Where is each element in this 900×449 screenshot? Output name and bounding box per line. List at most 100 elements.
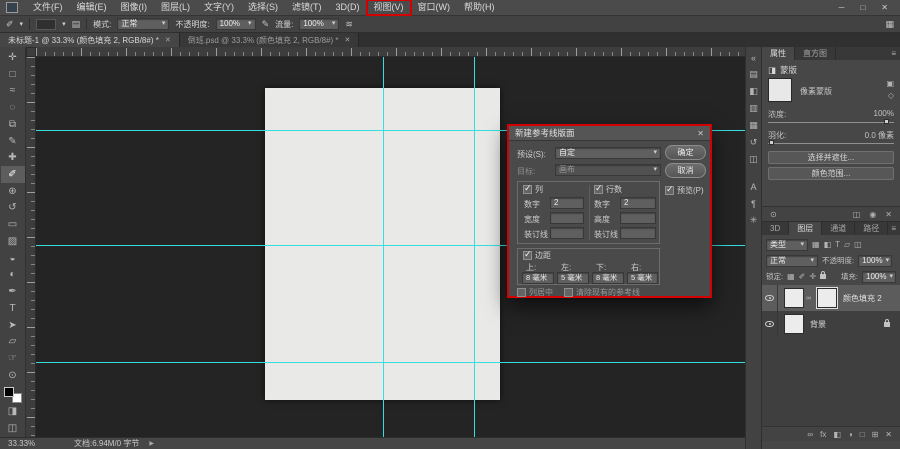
workspace-switcher-icon[interactable]: ▦ [885,19,894,30]
guide-vertical[interactable] [474,57,475,437]
character-panel-icon[interactable]: A [746,179,761,194]
history-panel-icon[interactable]: ↺ [746,135,761,150]
gradient-tool[interactable]: ▨ [1,233,25,250]
blend-mode-select[interactable]: 正常 ▾ [766,254,818,267]
apply-mask-icon[interactable]: ◫ [853,210,861,219]
checkbox-icon[interactable] [564,288,573,297]
visibility-eye-icon[interactable] [765,321,774,327]
checkbox-icon[interactable] [517,288,526,297]
new-layer-icon[interactable]: ⊞ [872,430,879,439]
tab-histogram[interactable]: 直方图 [795,47,836,60]
clear-guides-checkbox[interactable]: 清除现有的参考线 [564,287,640,298]
columns-gutter-field[interactable] [550,227,584,239]
eye-cell[interactable] [762,285,778,311]
eye-cell[interactable] [762,311,778,337]
link-layers-icon[interactable]: ∞ [807,430,813,439]
panel-menu-icon[interactable]: ≡ [891,222,896,235]
color-panel-icon[interactable]: ▤ [746,67,761,82]
opacity-select[interactable]: 100% ▾ [215,18,256,30]
select-vector-mask-icon[interactable]: ◇ [888,91,894,100]
tab-channels[interactable]: 通道 [822,222,856,235]
info-panel-icon[interactable]: ◫ [746,152,761,167]
menu-filter[interactable]: 滤镜(T) [285,0,329,15]
layer-name[interactable]: 颜色填充 2 [843,293,882,304]
zoom-tool[interactable]: ⊙ [1,367,25,384]
mask-thumbnail[interactable] [768,78,792,102]
color-range-button[interactable]: 颜色范围... [768,167,894,180]
flow-select[interactable]: 100% ▾ [299,18,340,30]
close-icon[interactable]: ✕ [881,3,888,12]
menu-window[interactable]: 窗口(W) [411,0,458,15]
layer-row-color-fill[interactable]: ∞ 颜色填充 2 [762,285,900,311]
layer-row-background[interactable]: 背景 [762,311,900,337]
layer-mask-thumbnail[interactable] [817,288,837,308]
margin-right-field[interactable]: 5 毫米 [627,272,658,284]
checkbox-checked-icon[interactable] [594,183,603,194]
filter-smart-objects-icon[interactable]: ◫ [854,240,862,249]
shape-tool[interactable]: ▱ [1,333,25,350]
menu-select[interactable]: 选择(S) [241,0,285,15]
margin-checkbox[interactable]: 边距 [523,249,551,261]
dialog-title-bar[interactable]: 新建参考线版面 ✕ [509,126,710,141]
filter-type-layers-icon[interactable]: T [835,240,840,249]
checkbox-checked-icon[interactable] [523,249,532,260]
close-icon[interactable]: ✕ [697,129,704,138]
menu-view[interactable]: 视图(V) [365,0,412,16]
menu-image[interactable]: 图像(I) [114,0,155,15]
quick-mask-icon[interactable]: ◨ [1,403,25,420]
menu-layer[interactable]: 图层(L) [154,0,197,15]
type-tool[interactable]: T [1,300,25,317]
styles-panel-icon[interactable]: ▦ [746,118,761,133]
guide-vertical[interactable] [383,57,384,437]
cancel-button[interactable]: 取消 [665,163,706,178]
delete-layer-icon[interactable]: ✕ [885,430,892,439]
tab-paths[interactable]: 路径 [855,222,889,235]
tool-preset-icon[interactable]: ✐ [6,19,14,30]
menu-file[interactable]: 文件(F) [26,0,70,15]
columns-number-field[interactable]: 2 [550,197,584,209]
columns-width-field[interactable] [550,212,584,224]
libraries-panel-icon[interactable]: ▥ [746,101,761,116]
menu-help[interactable]: 帮助(H) [457,0,502,15]
density-slider[interactable] [768,119,894,124]
glyphs-panel-icon[interactable]: ✳ [746,213,761,228]
close-icon[interactable]: ✕ [345,36,351,44]
horizontal-ruler[interactable] [36,47,745,57]
paragraph-panel-icon[interactable]: ¶ [746,196,761,211]
guide-horizontal[interactable] [36,362,745,363]
new-adjustment-layer-icon[interactable]: ◑ [848,430,853,439]
pen-tool[interactable]: ✒ [1,283,25,300]
quick-selection-tool[interactable]: ◌ [1,99,25,116]
add-layer-mask-icon[interactable]: ◧ [833,430,841,439]
checkbox-checked-icon[interactable] [665,184,674,195]
lock-image-pixels-icon[interactable]: ✐ [799,272,806,281]
visibility-eye-icon[interactable] [765,295,774,301]
margin-left-field[interactable]: 5 毫米 [557,272,589,284]
feather-slider[interactable] [768,140,894,145]
crop-tool[interactable]: ⧉ [1,116,25,133]
adjustments-panel-icon[interactable]: ◧ [746,84,761,99]
rows-checkbox[interactable]: 行数 [594,183,622,195]
minimize-icon[interactable]: ─ [839,3,845,12]
tab-3d[interactable]: 3D [762,222,790,235]
blur-tool[interactable]: ◒ [1,250,25,267]
mask-link-icon[interactable]: ∞ [806,295,811,302]
screen-mode-icon[interactable]: ◫ [1,420,25,437]
history-brush-tool[interactable]: ↺ [1,200,25,217]
menu-edit[interactable]: 编辑(E) [70,0,114,15]
center-columns-checkbox[interactable]: 列居中 [517,287,553,298]
layer-name[interactable]: 背景 [810,319,826,330]
lock-transparent-pixels-icon[interactable]: ▦ [787,272,795,281]
vertical-ruler[interactable] [26,57,36,437]
clone-stamp-tool[interactable]: ⊕ [1,183,25,200]
panel-menu-icon[interactable]: ≡ [891,47,896,60]
select-pixel-mask-icon[interactable]: ▣ [886,79,894,88]
menu-type[interactable]: 文字(Y) [197,0,241,15]
menu-3d[interactable]: 3D(D) [329,0,367,15]
fill-select[interactable]: 100% ▾ [862,270,896,283]
filter-type-select[interactable]: 类型 ▾ [766,238,808,251]
delete-mask-icon[interactable]: ✕ [885,210,892,219]
layer-thumbnail[interactable] [784,288,804,308]
maximize-icon[interactable]: □ [860,3,865,12]
rows-height-field[interactable] [620,212,656,224]
